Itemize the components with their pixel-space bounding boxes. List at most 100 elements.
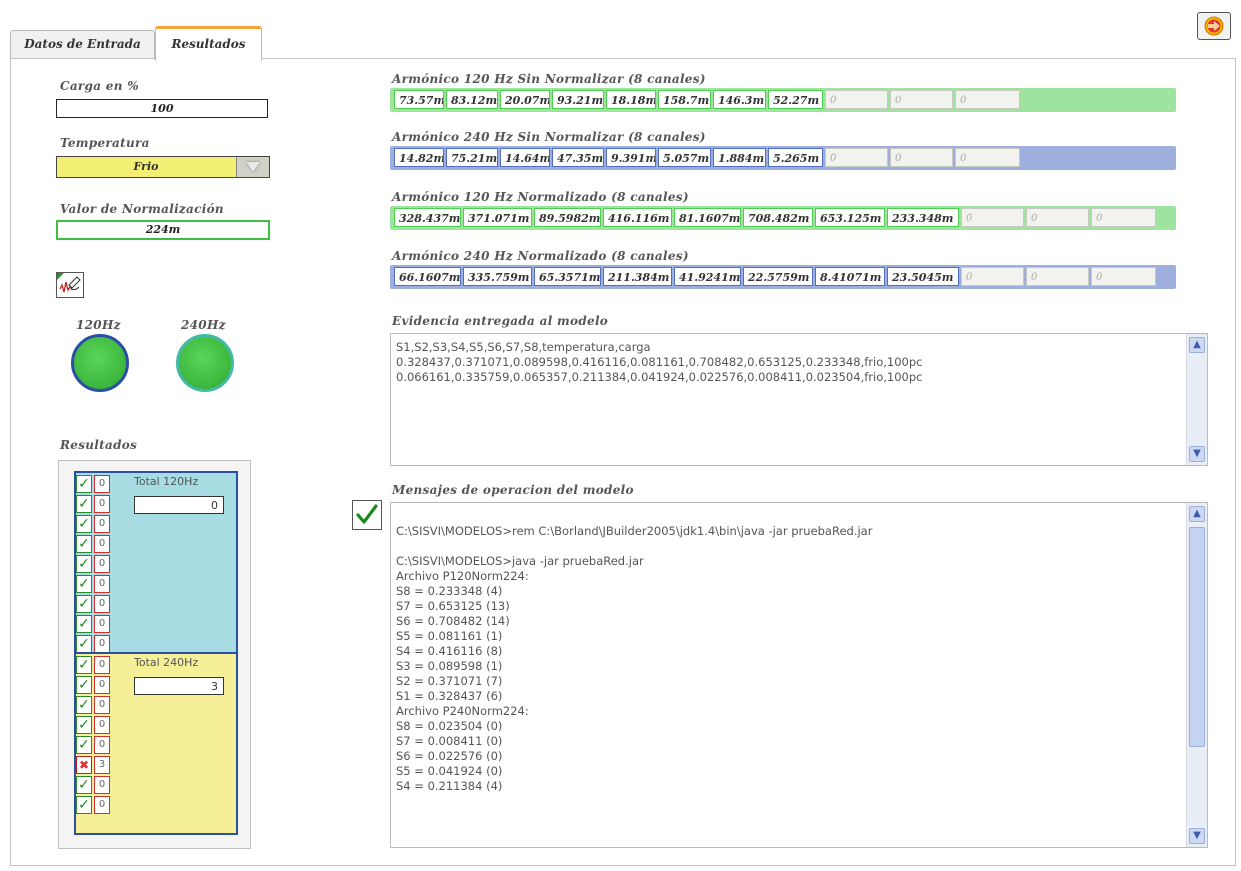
harmonic-title-3: Armónico 240 Hz Normalizado (8 canales) bbox=[392, 249, 689, 263]
harmonic-channel-3: 89.5982m bbox=[534, 208, 601, 227]
harmonic-channel-6: 5.057m bbox=[658, 148, 711, 167]
harmonic-values-row-1: 14.82m 75.21m 14.64m 47.35m 9.391m 5.057m 1.88… bbox=[390, 146, 1176, 170]
harmonic-title-0: Armónico 120 Hz Sin Normalizar (8 canale… bbox=[392, 72, 706, 86]
text-line: S4 = 0.211384 (4) bbox=[396, 779, 503, 793]
checkmark-icon: ✓ bbox=[76, 615, 92, 633]
result-count: 0 bbox=[94, 716, 110, 734]
mensajes-textarea[interactable]: C:\SISVI\MODELOS>rem C:\Borland\JBuilder… bbox=[390, 502, 1208, 848]
evidencia-textarea[interactable]: S1,S2,S3,S4,S5,S6,S7,S8,temperatura,carg… bbox=[390, 333, 1208, 466]
checkmark-icon: ✓ bbox=[76, 595, 92, 613]
result-count: 0 bbox=[94, 676, 110, 694]
harmonic-channel-10: 0 bbox=[890, 148, 953, 167]
text-line bbox=[396, 539, 1183, 554]
harmonic-channel-1: 328.437m bbox=[394, 208, 461, 227]
harmonic-channel-5: 41.9241m bbox=[674, 267, 741, 286]
harmonic-channel-6: 22.5759m bbox=[743, 267, 813, 286]
scroll-down-icon[interactable]: ▼ bbox=[1189, 828, 1205, 844]
results-group-240hz: Total 240Hz 3 ✓ 0 ✓ 0 ✓ 0 ✓ 0 ✓ 0 ✖ 3 ✓ 0 ✓ 0 bbox=[74, 652, 238, 835]
harmonic-channel-2: 335.759m bbox=[463, 267, 532, 286]
harmonic-channel-9: 0 bbox=[961, 208, 1024, 227]
dropdown-arrow-button[interactable] bbox=[236, 157, 269, 177]
harmonic-channel-4: 93.21m bbox=[552, 90, 604, 109]
harmonic-channel-5: 18.18m bbox=[606, 90, 656, 109]
signal-edit-icon bbox=[57, 273, 81, 293]
carga-value: 100 bbox=[56, 99, 268, 118]
signal-edit-button[interactable] bbox=[56, 272, 84, 298]
normalizacion-label: Valor de Normalización bbox=[60, 202, 224, 216]
scroll-down-icon[interactable]: ▼ bbox=[1189, 446, 1205, 462]
checkmark-icon: ✓ bbox=[76, 635, 92, 653]
total-240hz-value: 3 bbox=[134, 677, 224, 695]
mensajes-text: C:\SISVI\MODELOS>rem C:\Borland\JBuilder… bbox=[396, 509, 1183, 794]
harmonic-channel-11: 0 bbox=[955, 148, 1020, 167]
scroll-up-icon[interactable]: ▲ bbox=[1189, 506, 1205, 522]
harmonic-channel-2: 371.071m bbox=[463, 208, 532, 227]
text-line: C:\SISVI\MODELOS>java -jar pruebaRed.jar bbox=[396, 554, 644, 568]
ok-button[interactable] bbox=[352, 500, 382, 530]
text-line: S6 = 0.022576 (0) bbox=[396, 749, 503, 763]
cross-icon: ✖ bbox=[76, 756, 92, 774]
harmonic-channel-6: 158.7m bbox=[658, 90, 711, 109]
result-count: 0 bbox=[94, 696, 110, 714]
checkmark-icon bbox=[356, 504, 378, 524]
text-line: S7 = 0.653125 (13) bbox=[396, 599, 510, 613]
result-count: 0 bbox=[94, 535, 110, 553]
text-line: S2 = 0.371071 (7) bbox=[396, 674, 503, 688]
text-line: C:\SISVI\MODELOS>rem C:\Borland\JBuilder… bbox=[396, 524, 873, 538]
text-line: S3 = 0.089598 (1) bbox=[396, 659, 503, 673]
text-line: 0.328437,0.371071,0.089598,0.416116,0.08… bbox=[396, 355, 923, 369]
result-count: 0 bbox=[94, 796, 110, 814]
evidencia-title: Evidencia entregada al modelo bbox=[392, 314, 609, 328]
carga-label: Carga en % bbox=[60, 79, 139, 93]
text-line: S7 = 0.008411 (0) bbox=[396, 734, 503, 748]
temperatura-selected: Frio bbox=[133, 160, 159, 173]
checkmark-icon: ✓ bbox=[76, 776, 92, 794]
evidencia-scrollbar[interactable]: ▲ ▼ bbox=[1186, 334, 1207, 465]
harmonic-channel-9: 0 bbox=[825, 90, 888, 109]
harmonic-channel-9: 0 bbox=[961, 267, 1024, 286]
harmonic-channel-11: 0 bbox=[1091, 267, 1156, 286]
result-count: 0 bbox=[94, 555, 110, 573]
mensajes-scrollbar[interactable]: ▲ ▼ bbox=[1186, 503, 1207, 847]
harmonic-channel-9: 0 bbox=[825, 148, 888, 167]
checkmark-icon: ✓ bbox=[76, 716, 92, 734]
harmonic-channel-10: 0 bbox=[1026, 208, 1089, 227]
harmonic-channel-3: 14.64m bbox=[500, 148, 550, 167]
checkmark-icon: ✓ bbox=[76, 495, 92, 513]
evidencia-text: S1,S2,S3,S4,S5,S6,S7,S8,temperatura,carg… bbox=[396, 340, 1183, 385]
harmonic-channel-11: 0 bbox=[1091, 208, 1156, 227]
scroll-thumb[interactable] bbox=[1189, 527, 1205, 747]
harmonic-channel-10: 0 bbox=[1026, 267, 1089, 286]
tab-datos-de-entrada[interactable]: Datos de Entrada bbox=[10, 30, 155, 58]
exit-button[interactable] bbox=[1197, 12, 1231, 40]
harmonic-channel-3: 65.3571m bbox=[534, 267, 601, 286]
harmonic-channel-1: 73.57m bbox=[394, 90, 444, 109]
checkmark-icon: ✓ bbox=[76, 696, 92, 714]
result-count: 0 bbox=[94, 575, 110, 593]
led-120hz bbox=[71, 334, 129, 392]
checkmark-icon: ✓ bbox=[76, 575, 92, 593]
harmonic-channel-8: 23.5045m bbox=[887, 267, 959, 286]
text-line bbox=[396, 509, 1183, 524]
harmonic-channel-6: 708.482m bbox=[743, 208, 813, 227]
total-120hz-label: Total 120Hz bbox=[134, 475, 199, 488]
harmonic-channel-1: 66.1607m bbox=[394, 267, 461, 286]
harmonic-channel-4: 47.35m bbox=[552, 148, 604, 167]
harmonic-channel-4: 211.384m bbox=[603, 267, 672, 286]
harmonic-channel-3: 20.07m bbox=[500, 90, 550, 109]
checkmark-icon: ✓ bbox=[76, 676, 92, 694]
text-line: S8 = 0.233348 (4) bbox=[396, 584, 503, 598]
harmonic-channel-7: 8.41071m bbox=[815, 267, 885, 286]
harmonic-channel-8: 52.27m bbox=[768, 90, 823, 109]
checkmark-icon: ✓ bbox=[76, 535, 92, 553]
temperatura-dropdown[interactable]: Frio bbox=[56, 156, 270, 178]
harmonic-channel-7: 146.3m bbox=[713, 90, 766, 109]
results-group-120hz: Total 120Hz 0 ✓ 0 ✓ 0 ✓ 0 ✓ 0 ✓ 0 ✓ 0 ✓ 0 ✓ 0 ✓ 0 bbox=[74, 471, 238, 654]
text-line: S1,S2,S3,S4,S5,S6,S7,S8,temperatura,carg… bbox=[396, 340, 651, 354]
checkmark-icon: ✓ bbox=[76, 555, 92, 573]
harmonic-channel-7: 653.125m bbox=[815, 208, 885, 227]
harmonic-channel-5: 9.391m bbox=[606, 148, 656, 167]
result-count: 0 bbox=[94, 736, 110, 754]
scroll-up-icon[interactable]: ▲ bbox=[1189, 337, 1205, 353]
tab-resultados[interactable]: Resultados bbox=[155, 26, 262, 61]
